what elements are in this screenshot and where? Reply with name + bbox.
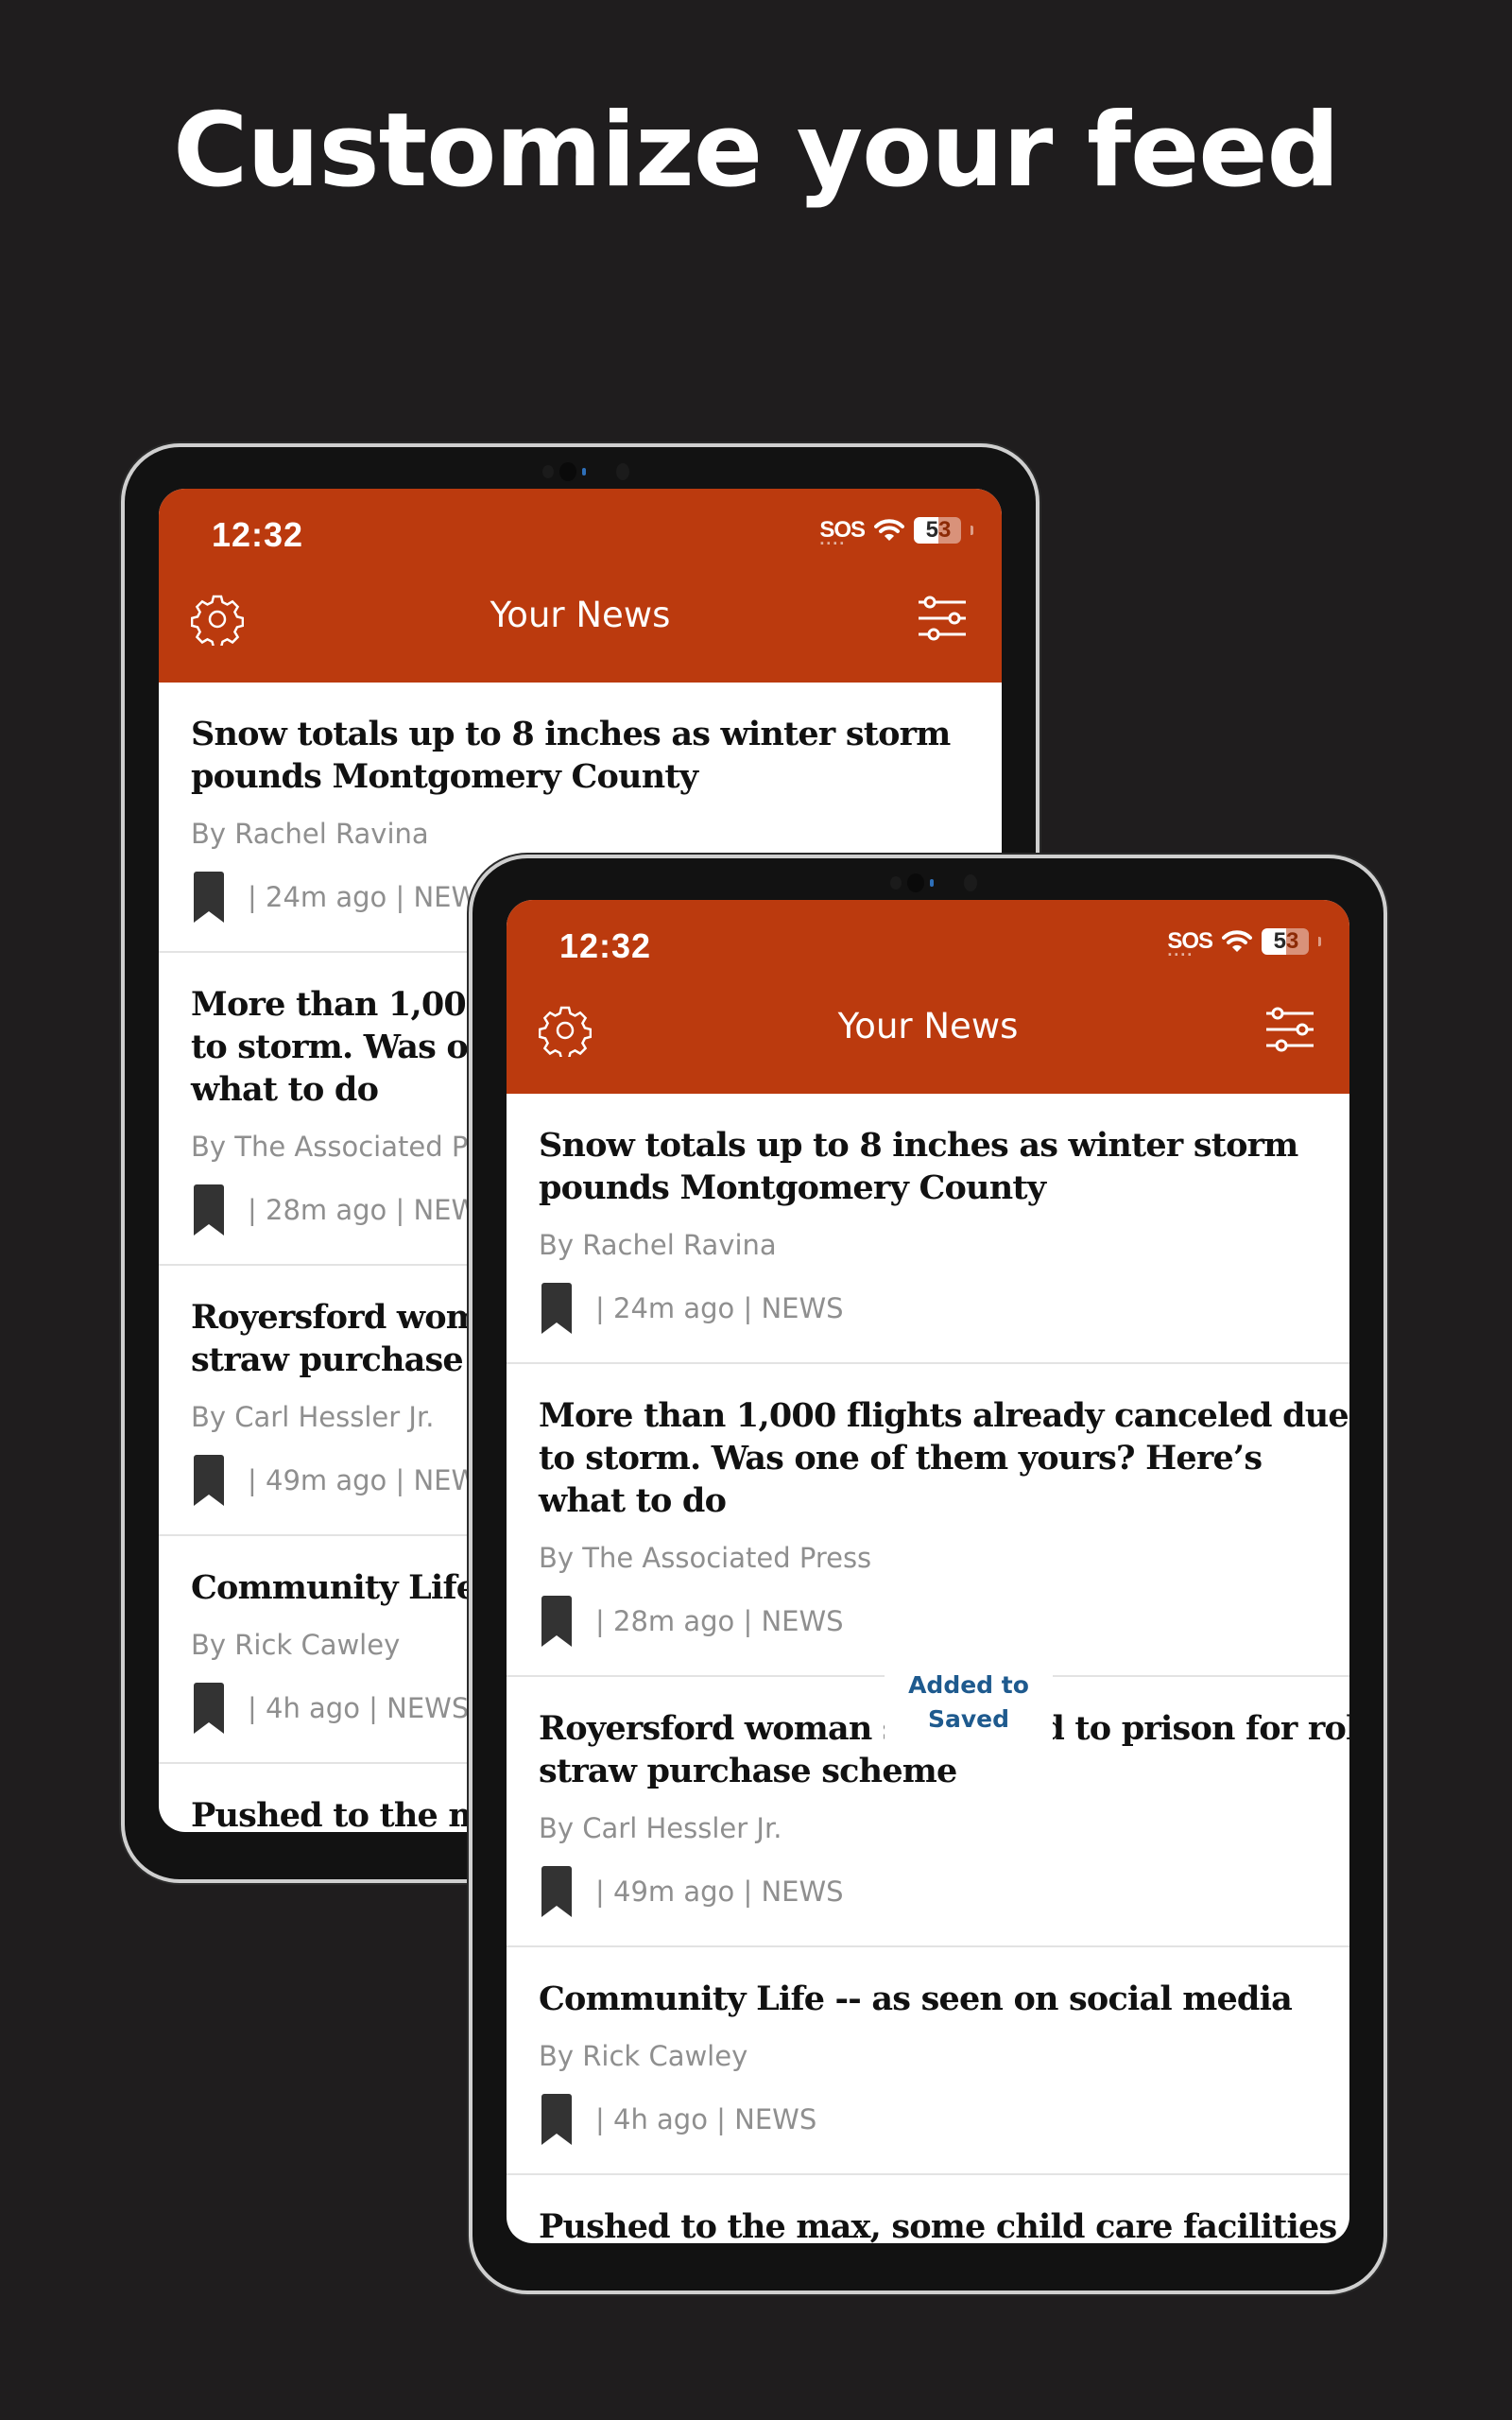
article-title[interactable]: Pushed to the max, some child care facil…: [539, 2205, 1337, 2243]
battery-icon: 53: [914, 517, 961, 544]
article-meta: | 4h ago | NEWS: [248, 1692, 470, 1724]
article-item[interactable]: Snow totals up to 8 inches as winter sto…: [507, 1094, 1349, 1364]
battery-tip: [971, 526, 973, 535]
article-byline: By Rachel Ravina: [539, 1229, 777, 1261]
article-byline: By Rick Cawley: [539, 2040, 748, 2072]
article-byline: By Rachel Ravina: [191, 818, 429, 850]
camera-icon: [852, 872, 1004, 894]
article-feed: Snow totals up to 8 inches as winter sto…: [507, 1094, 1349, 2243]
sliders-icon[interactable]: [915, 591, 970, 646]
sos-indicator: SOS: [819, 517, 866, 554]
bookmark-icon[interactable]: [539, 1864, 575, 1919]
article-item[interactable]: More than 1,000 flights already canceled…: [507, 1364, 1349, 1677]
status-icons: SOS 53: [819, 517, 973, 554]
bookmark-icon[interactable]: [191, 870, 227, 925]
article-item[interactable]: Community Life -- as seen on social medi…: [507, 1947, 1349, 2175]
article-meta: | 28m ago | NEWS: [595, 1605, 844, 1637]
bookmark-icon[interactable]: [539, 1594, 575, 1649]
article-meta: | 24m ago | NEWS: [248, 881, 496, 913]
page-headline: Customize your feed: [173, 92, 1340, 210]
article-meta: | 28m ago | NEWS: [248, 1194, 496, 1226]
app-bar: 12:32 SOS 53 Your News: [507, 900, 1349, 1094]
article-item[interactable]: Pushed to the max, some child care facil…: [507, 2175, 1349, 2243]
saved-toast: Added to Saved: [885, 1668, 1053, 1742]
article-meta: | 49m ago | NEWS: [595, 1876, 844, 1908]
status-time: 12:32: [559, 926, 652, 965]
camera-icon: [505, 460, 656, 483]
bookmark-icon[interactable]: [539, 2092, 575, 2147]
article-meta: | 49m ago | NEWS: [248, 1464, 496, 1496]
toast-line-2: Saved: [927, 1705, 1010, 1733]
battery-tip: [1318, 937, 1321, 946]
article-meta: | 24m ago | NEWS: [595, 1292, 844, 1324]
status-icons: SOS 53: [1167, 928, 1321, 965]
battery-icon: 53: [1262, 928, 1309, 955]
bookmark-icon[interactable]: [539, 1281, 575, 1336]
status-time: 12:32: [212, 515, 304, 554]
screen: 12:32 SOS 53 Your News Snow totals up to…: [507, 900, 1349, 2243]
bookmark-icon[interactable]: [191, 1183, 227, 1237]
article-title[interactable]: Snow totals up to 8 inches as winter sto…: [539, 1124, 1317, 1209]
article-byline: By The Associated Press: [539, 1542, 872, 1574]
tablet-front: 12:32 SOS 53 Your News Snow totals up to…: [469, 855, 1387, 2294]
app-bar: 12:32 SOS 53 Your News: [159, 489, 1002, 683]
app-title: Your News: [837, 1006, 1019, 1046]
article-byline: By Carl Hessler Jr.: [539, 1812, 782, 1844]
sos-indicator: SOS: [1167, 928, 1213, 965]
wifi-icon: [1222, 930, 1252, 952]
app-title: Your News: [490, 595, 671, 635]
bookmark-icon[interactable]: [191, 1453, 227, 1508]
article-title[interactable]: Snow totals up to 8 inches as winter sto…: [191, 713, 970, 798]
article-title[interactable]: More than 1,000 flights already canceled…: [539, 1394, 1349, 1522]
article-meta: | 4h ago | NEWS: [595, 2103, 817, 2135]
bookmark-icon[interactable]: [191, 1681, 227, 1736]
article-title[interactable]: Community Life -- as seen on social medi…: [539, 1978, 1317, 2020]
wifi-icon: [874, 519, 904, 541]
sliders-icon[interactable]: [1263, 1002, 1317, 1057]
toast-line-1: Added to: [908, 1671, 1029, 1699]
